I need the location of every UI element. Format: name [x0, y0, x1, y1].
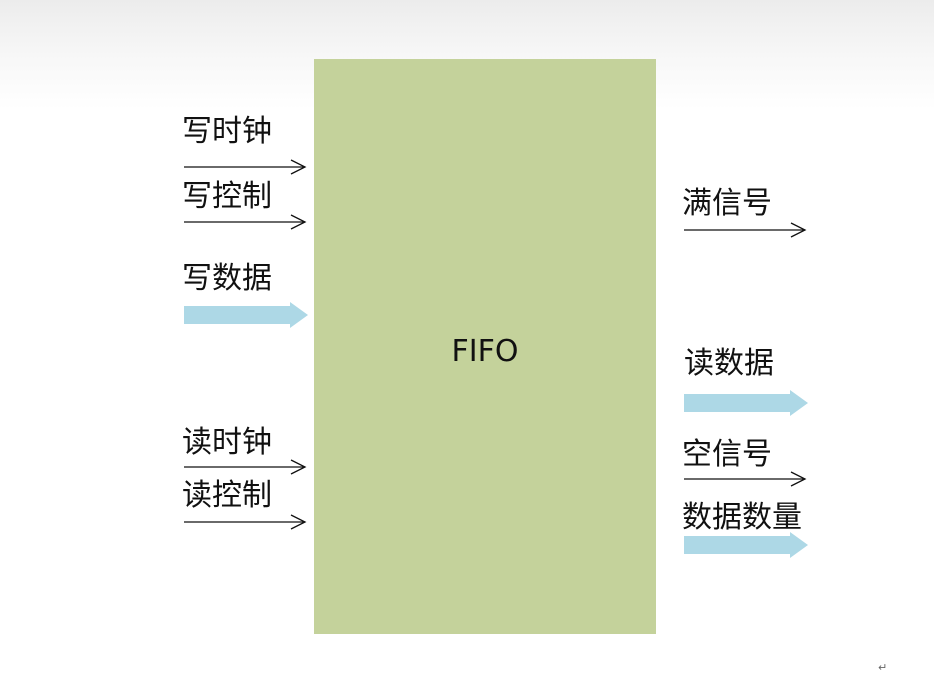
read-clock-arrow — [184, 459, 307, 475]
write-clock-label: 写时钟 — [182, 114, 272, 149]
read-data-arrow — [684, 390, 808, 416]
empty-signal-label: 空信号 — [682, 437, 772, 472]
write-data-label: 写数据 — [182, 261, 272, 296]
write-data-arrow — [184, 302, 308, 328]
write-clock-arrow — [184, 159, 307, 175]
read-data-label: 读数据 — [684, 346, 774, 381]
fifo-block-label: FIFO — [452, 334, 519, 369]
full-signal-label: 满信号 — [682, 186, 772, 221]
empty-signal-arrow — [684, 471, 807, 487]
fifo-diagram: FIFO 写时钟 写控制 写数据 读时钟 读控制 满信号 读数据 空信号 数据数… — [182, 59, 887, 674]
paragraph-mark: ↵ — [878, 661, 887, 674]
read-control-label: 读控制 — [182, 478, 272, 513]
write-control-arrow — [184, 214, 307, 230]
write-control-label: 写控制 — [182, 179, 272, 214]
data-count-arrow — [684, 532, 808, 558]
data-count-label: 数据数量 — [682, 500, 802, 535]
full-signal-arrow — [684, 222, 807, 238]
read-control-arrow — [184, 514, 307, 530]
read-clock-label: 读时钟 — [182, 425, 272, 460]
